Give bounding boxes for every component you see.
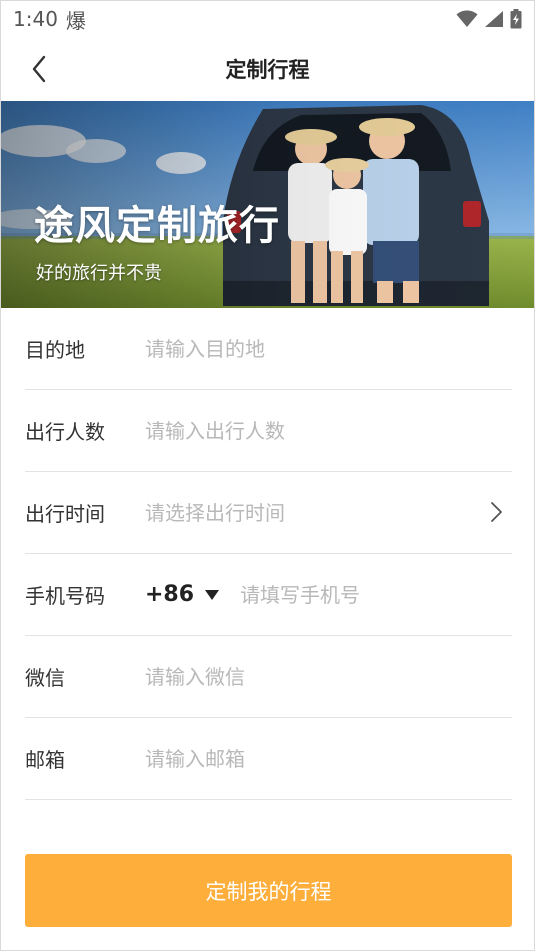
email-label: 邮箱 <box>25 748 65 772</box>
wifi-icon <box>456 10 478 27</box>
cell-signal-icon <box>485 11 503 27</box>
app-bar: 定制行程 <box>1 37 534 101</box>
battery-charging-icon <box>510 9 522 29</box>
email-row: 邮箱 <box>25 718 512 800</box>
email-input[interactable] <box>145 738 512 779</box>
status-left: 1:40 爆 <box>13 5 86 34</box>
phone-row: 手机号码 +86 <box>25 554 512 636</box>
destination-input[interactable] <box>145 328 512 369</box>
country-code-value: +86 <box>145 582 195 607</box>
phone-input[interactable] <box>240 574 512 615</box>
travel-time-row[interactable]: 出行时间 <box>25 472 512 554</box>
status-time: 1:40 <box>13 7 58 31</box>
app-screen: 1:40 爆 定制行程 途风定制旅行 好的旅行并不贵 目的地 请输入目的地 出行… <box>0 0 535 951</box>
country-code-select[interactable]: +86 <box>145 582 220 607</box>
travelers-label: 出行人数 <box>25 420 105 444</box>
chevron-left-icon <box>32 55 46 83</box>
travel-time-label: 出行时间 <box>25 502 105 526</box>
submit-button[interactable]: 定制我的行程 <box>25 854 512 927</box>
travelers-input[interactable] <box>145 410 512 451</box>
travel-time-picker[interactable] <box>145 492 512 533</box>
back-button[interactable] <box>23 53 55 85</box>
notification-icon: 爆 <box>65 8 86 33</box>
page-title: 定制行程 <box>225 58 310 82</box>
banner-subtitle: 好的旅行并不贵 <box>36 263 162 284</box>
chevron-right-icon[interactable] <box>484 500 508 524</box>
wechat-row: 微信 <box>25 636 512 718</box>
travelers-row: 出行人数 <box>25 390 512 472</box>
banner-title: 途风定制旅行 <box>34 203 280 249</box>
banner: 途风定制旅行 好的旅行并不贵 <box>1 101 534 308</box>
wechat-label: 微信 <box>25 666 65 690</box>
destination-label: 目的地 <box>25 338 85 362</box>
caret-down-icon <box>205 589 220 600</box>
trip-form: 目的地 出行人数 出行时间 手机号码 +86 微信 <box>25 308 512 800</box>
phone-label: 手机号码 <box>25 584 105 608</box>
wechat-input[interactable] <box>145 656 512 697</box>
status-bar: 1:40 爆 <box>1 1 534 37</box>
destination-row: 目的地 <box>25 308 512 390</box>
status-right <box>456 9 522 29</box>
